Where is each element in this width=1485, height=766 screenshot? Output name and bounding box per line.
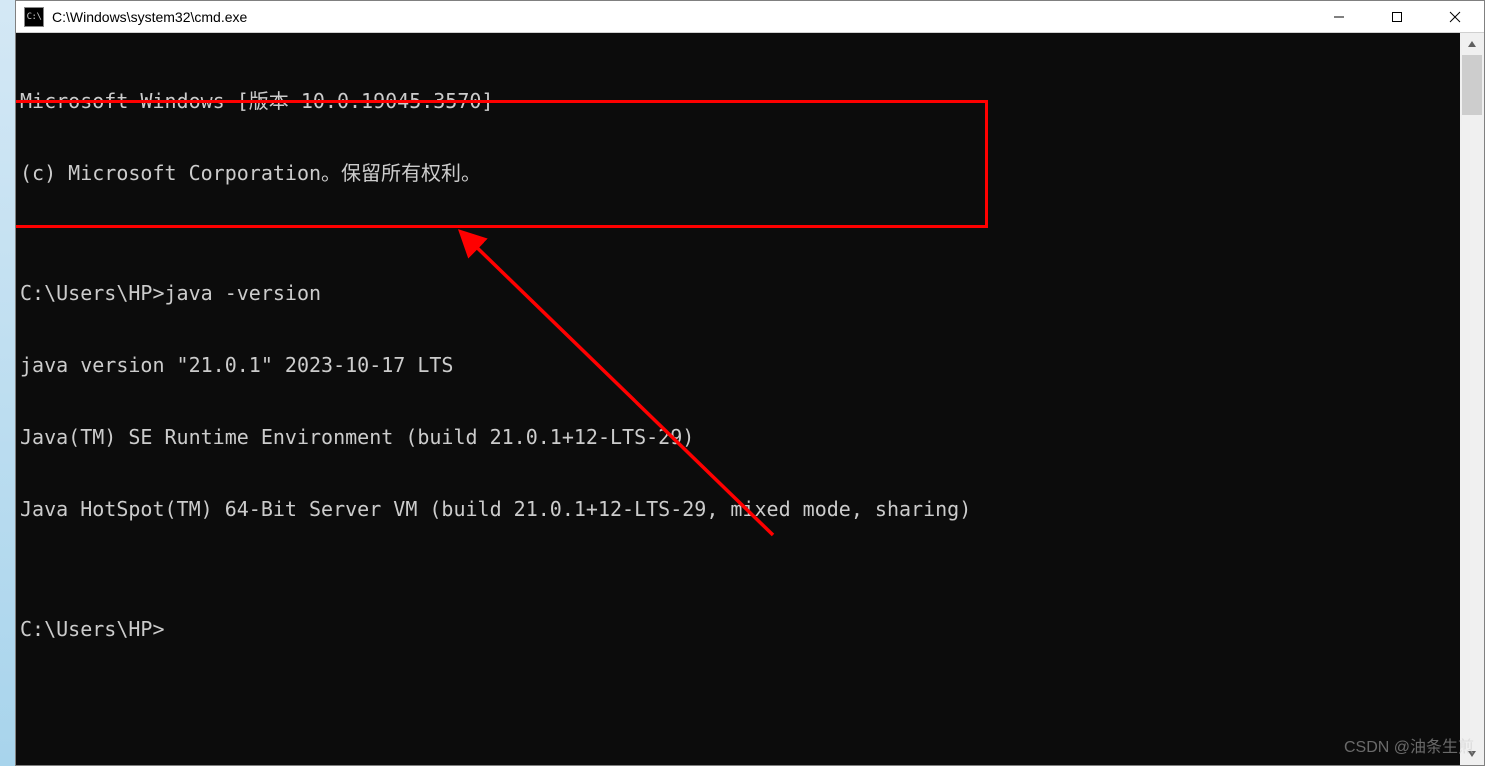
terminal-line: C:\Users\HP> xyxy=(20,617,1456,641)
scroll-track[interactable] xyxy=(1460,55,1484,743)
minimize-button[interactable] xyxy=(1310,1,1368,32)
terminal-body[interactable]: Microsoft Windows [版本 10.0.19045.3570] (… xyxy=(16,33,1484,765)
terminal-line: C:\Users\HP>java -version xyxy=(20,281,1456,305)
scroll-thumb[interactable] xyxy=(1462,55,1482,115)
scroll-up-button[interactable] xyxy=(1460,33,1484,55)
cmd-icon: C:\ xyxy=(24,7,44,27)
terminal-line: Java(TM) SE Runtime Environment (build 2… xyxy=(20,425,1456,449)
cmd-window: C:\ C:\Windows\system32\cmd.exe Microsof… xyxy=(15,0,1485,766)
close-button[interactable] xyxy=(1426,1,1484,32)
terminal-content: Microsoft Windows [版本 10.0.19045.3570] (… xyxy=(16,33,1460,765)
window-title: C:\Windows\system32\cmd.exe xyxy=(52,9,1310,25)
maximize-button[interactable] xyxy=(1368,1,1426,32)
terminal-line: java version "21.0.1" 2023-10-17 LTS xyxy=(20,353,1456,377)
scroll-down-button[interactable] xyxy=(1460,743,1484,765)
terminal-line: Microsoft Windows [版本 10.0.19045.3570] xyxy=(20,89,1456,113)
vertical-scrollbar[interactable] xyxy=(1460,33,1484,765)
window-controls xyxy=(1310,1,1484,32)
terminal-line: Java HotSpot(TM) 64-Bit Server VM (build… xyxy=(20,497,1456,521)
titlebar[interactable]: C:\ C:\Windows\system32\cmd.exe xyxy=(16,1,1484,33)
terminal-line: (c) Microsoft Corporation。保留所有权利。 xyxy=(20,161,1456,185)
